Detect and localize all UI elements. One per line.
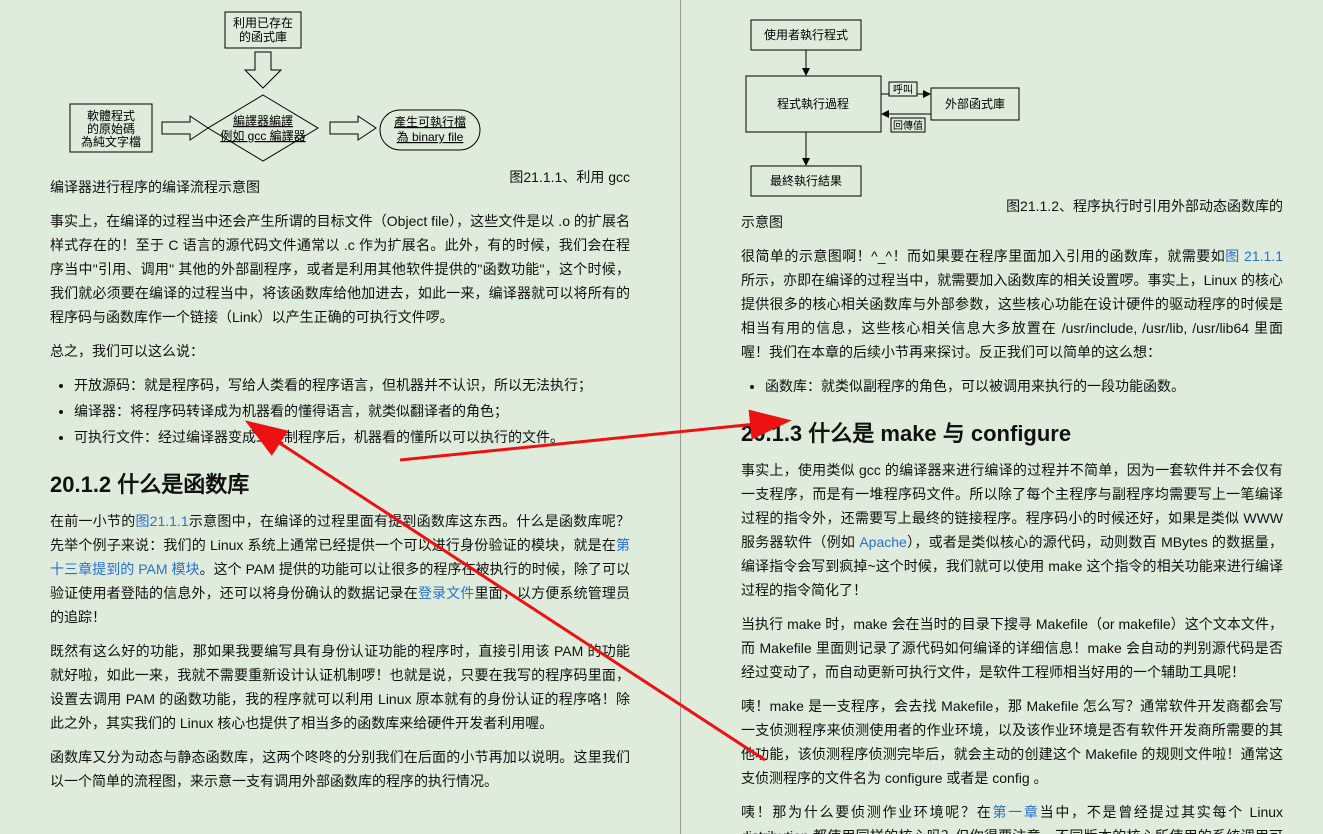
left-para-objectfile: 事实上，在编译的过程当中还会产生所谓的目标文件（Object file），这些文… <box>50 209 630 329</box>
compiler-label-2: 例如 gcc 編譯器 <box>220 128 305 143</box>
link-apache[interactable]: Apache <box>859 534 906 550</box>
list-item: 开放源码：就是程序码，写给人类看的程序语言，但机器并不认识，所以无法执行； <box>74 373 630 397</box>
diagram-lib-label-line1: 利用已存在 <box>233 16 293 30</box>
diag2-proc: 程式執行過程 <box>777 96 849 111</box>
left-bullet-list: 开放源码：就是程序码，写给人类看的程序语言，但机器并不认识，所以无法执行； 编译… <box>54 373 630 449</box>
list-item: 编译器：将程序码转译成为机器看的懂得语言，就类似翻译者的角色； <box>74 399 630 423</box>
left-para-pam: 既然有这么好的功能，那如果我要编写具有身份认证功能的程序时，直接引用该 PAM … <box>50 639 630 735</box>
diag2-result: 最終執行結果 <box>770 173 842 188</box>
right-para-make-intro: 事实上，使用类似 gcc 的编译器来进行编译的过程并不简单，因为一套软件并不会仅… <box>741 458 1283 602</box>
left-para-lib-intro: 在前一小节的图21.1.1示意图中，在编译的过程里面有提到函数库这东西。什么是函… <box>50 509 630 629</box>
text-fragment: 很简单的示意图啊！^_^！而如果要在程序里面加入引用的函数库，就需要如 <box>741 248 1225 264</box>
figure-21-1-2-caption-b: 示意图 <box>741 210 783 234</box>
right-para-makefile: 当执行 make 时，make 会在当时的目录下搜寻 Makefile（or m… <box>741 612 1283 684</box>
svg-text:軟體程式: 軟體程式 <box>87 108 135 123</box>
binary-label-1: 產生可執行檔 <box>394 114 466 129</box>
link-logfile[interactable]: 登录文件 <box>418 585 475 601</box>
link-fig-21-1-1[interactable]: 图21.1.1 <box>135 513 188 529</box>
diagram-lib-label-line2: 的函式庫 <box>239 29 287 44</box>
right-para-detect-env: 咦！那为什么要侦测作业环境呢？在第一章当中，不是曾经提过其实每个 Linux d… <box>741 800 1283 834</box>
right-para-configure: 咦！make 是一支程序，会去找 Makefile，那 Makefile 怎么写… <box>741 694 1283 790</box>
figure-21-1-1-caption-row: 编译器进行程序的编译流程示意图 图21.1.1、利用 gcc <box>50 175 630 199</box>
left-column: 利用已存在 的函式庫 軟體程式 的原始碼 為純文字檔 編譯器編譯 例如 gcc … <box>0 0 680 834</box>
text-fragment: 咦！那为什么要侦测作业环境呢？在 <box>741 804 992 820</box>
compile-flow-diagram: 利用已存在 的函式庫 軟體程式 的原始碼 為純文字檔 編譯器編譯 例如 gcc … <box>50 10 630 175</box>
left-para-libtypes: 函数库又分为动态与静态函数库，这两个咚咚的分别我们在后面的小节再加以说明。这里我… <box>50 745 630 793</box>
svg-text:的原始碼: 的原始碼 <box>87 121 135 136</box>
link-chapter1[interactable]: 第一章 <box>992 804 1039 820</box>
figure-21-1-2-caption-a: 图21.1.2、程序执行时引用外部动态函数库的 <box>1006 194 1283 218</box>
diag2-return: 回傳值 <box>893 119 923 132</box>
list-item: 可执行文件：经过编译器变成二进制程序后，机器看的懂所以可以执行的文件。 <box>74 425 630 449</box>
compiler-label-1: 編譯器編譯 <box>233 113 293 128</box>
section-20-1-2-heading: 20.1.2 什么是函数库 <box>50 467 630 499</box>
list-item: 函数库：就类似副程序的角色，可以被调用来执行的一段功能函数。 <box>765 374 1283 398</box>
right-bullet-list: 函数库：就类似副程序的角色，可以被调用来执行的一段功能函数。 <box>745 374 1283 398</box>
right-column: 使用者執行程式 程式執行過程 外部函式庫 呼叫 回傳值 最終執行結果 <box>680 0 1323 834</box>
diag2-extlib: 外部函式庫 <box>945 96 1005 111</box>
text-fragment: 所示，亦即在编译的过程当中，就需要加入函数库的相关设置啰。事实上，Linux 的… <box>741 272 1283 360</box>
binary-label-2: 為 binary file <box>397 130 464 144</box>
figure-21-1-1-caption-b: 编译器进行程序的编译流程示意图 <box>50 175 489 199</box>
text-fragment: 在前一小节的 <box>50 513 135 529</box>
right-para-intro: 很简单的示意图啊！^_^！而如果要在程序里面加入引用的函数库，就需要如图 21.… <box>741 244 1283 364</box>
section-20-1-3-heading: 20.1.3 什么是 make 与 configure <box>741 416 1283 448</box>
runtime-lib-diagram: 使用者執行程式 程式執行過程 外部函式庫 呼叫 回傳值 最終執行結果 <box>741 10 1061 210</box>
left-para-summary: 总之，我们可以这么说： <box>50 339 630 363</box>
svg-text:為純文字檔: 為純文字檔 <box>81 134 141 149</box>
link-fig-21-1-1-right[interactable]: 图 21.1.1 <box>1225 248 1283 264</box>
diag2-call: 呼叫 <box>893 84 913 96</box>
diag2-user: 使用者執行程式 <box>764 27 848 42</box>
figure-21-1-1-caption-a: 图21.1.1、利用 gcc <box>489 165 630 189</box>
figure-21-1-2-caption-row: 示意图 图21.1.2、程序执行时引用外部动态函数库的 <box>741 210 1283 234</box>
